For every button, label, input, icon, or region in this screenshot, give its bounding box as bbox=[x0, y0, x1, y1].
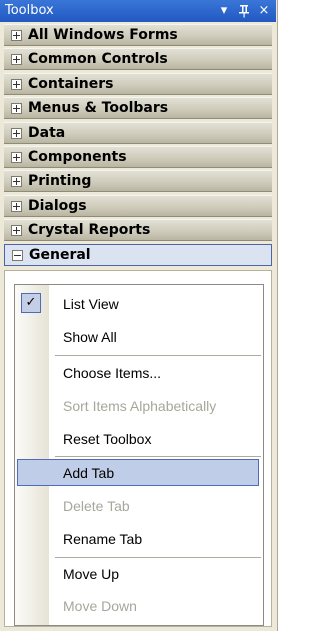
menu-separator bbox=[55, 456, 261, 457]
tab-crystal-reports[interactable]: Crystal Reports bbox=[4, 219, 272, 242]
expand-plus-icon[interactable] bbox=[11, 78, 22, 90]
expand-plus-icon[interactable] bbox=[11, 103, 22, 115]
menu-item-move-down[interactable]: Move Down bbox=[15, 591, 263, 621]
menu-item-sort-items-alphabetically[interactable]: Sort Items Alphabetically bbox=[15, 391, 263, 421]
toolbox-title: Toolbox bbox=[5, 3, 54, 18]
checkmark-icon: ✓ bbox=[21, 293, 41, 313]
tab-label: Menus & Toolbars bbox=[28, 100, 169, 117]
tab-label: Printing bbox=[28, 173, 92, 190]
context-menu: ✓ List View Show All Choose Items... Sor… bbox=[14, 284, 264, 626]
menu-item-reset-toolbox[interactable]: Reset Toolbox bbox=[15, 424, 263, 454]
pin-icon[interactable] bbox=[236, 2, 252, 20]
collapse-minus-icon[interactable] bbox=[12, 249, 23, 261]
menu-item-label: Show All bbox=[63, 329, 117, 345]
menu-item-label: List View bbox=[63, 296, 119, 312]
tab-dialogs[interactable]: Dialogs bbox=[4, 194, 272, 217]
tab-menus-toolbars[interactable]: Menus & Toolbars bbox=[4, 97, 272, 120]
toolbox-titlebar[interactable]: Toolbox ▾ × bbox=[0, 0, 276, 22]
menu-item-label: Add Tab bbox=[63, 465, 115, 481]
menu-item-label: Rename Tab bbox=[63, 531, 143, 547]
toolbox-tabs: All Windows Forms Common Controls Contai… bbox=[4, 24, 272, 268]
expand-plus-icon[interactable] bbox=[11, 176, 22, 188]
expand-plus-icon[interactable] bbox=[11, 127, 22, 139]
tab-label: Crystal Reports bbox=[28, 222, 151, 239]
tab-general[interactable]: General bbox=[4, 243, 272, 266]
tab-label: Common Controls bbox=[28, 51, 168, 68]
tab-label: Containers bbox=[28, 75, 114, 92]
menu-separator bbox=[55, 355, 261, 356]
tab-data[interactable]: Data bbox=[4, 121, 272, 144]
toolbox-panel: Toolbox ▾ × All Windows Forms Common Con… bbox=[0, 0, 278, 631]
menu-item-show-all[interactable]: Show All bbox=[15, 322, 263, 352]
expand-plus-icon[interactable] bbox=[11, 151, 22, 163]
tab-common-controls[interactable]: Common Controls bbox=[4, 48, 272, 71]
menu-item-rename-tab[interactable]: Rename Tab bbox=[15, 524, 263, 554]
expand-plus-icon[interactable] bbox=[11, 54, 22, 66]
menu-item-label: Delete Tab bbox=[63, 498, 130, 514]
tab-label: General bbox=[29, 246, 91, 263]
tab-all-windows-forms[interactable]: All Windows Forms bbox=[4, 24, 272, 46]
tab-label: Data bbox=[28, 124, 66, 141]
menu-item-move-up[interactable]: Move Up bbox=[15, 559, 263, 589]
tab-printing[interactable]: Printing bbox=[4, 170, 272, 193]
menu-item-delete-tab[interactable]: Delete Tab bbox=[15, 491, 263, 521]
menu-item-label: Choose Items... bbox=[63, 365, 162, 381]
menu-item-highlight bbox=[17, 459, 259, 486]
expand-plus-icon[interactable] bbox=[11, 200, 22, 212]
tab-label: Components bbox=[28, 148, 127, 165]
tab-label: Dialogs bbox=[28, 197, 87, 214]
dropdown-arrow-icon[interactable]: ▾ bbox=[216, 2, 232, 20]
tab-label: All Windows Forms bbox=[28, 27, 178, 43]
menu-item-choose-items[interactable]: Choose Items... bbox=[15, 358, 263, 388]
menu-item-label: Reset Toolbox bbox=[63, 431, 152, 447]
menu-item-label: Sort Items Alphabetically bbox=[63, 398, 217, 414]
menu-item-label: Move Down bbox=[63, 598, 137, 614]
menu-separator bbox=[55, 557, 261, 558]
menu-item-list-view[interactable]: ✓ List View bbox=[15, 289, 263, 319]
menu-item-add-tab[interactable]: Add Tab bbox=[15, 458, 263, 488]
tab-containers[interactable]: Containers bbox=[4, 72, 272, 95]
tab-components[interactable]: Components bbox=[4, 145, 272, 168]
expand-plus-icon[interactable] bbox=[11, 225, 22, 237]
menu-item-label: Move Up bbox=[63, 566, 120, 582]
expand-plus-icon[interactable] bbox=[11, 30, 22, 41]
close-icon[interactable]: × bbox=[256, 2, 272, 20]
